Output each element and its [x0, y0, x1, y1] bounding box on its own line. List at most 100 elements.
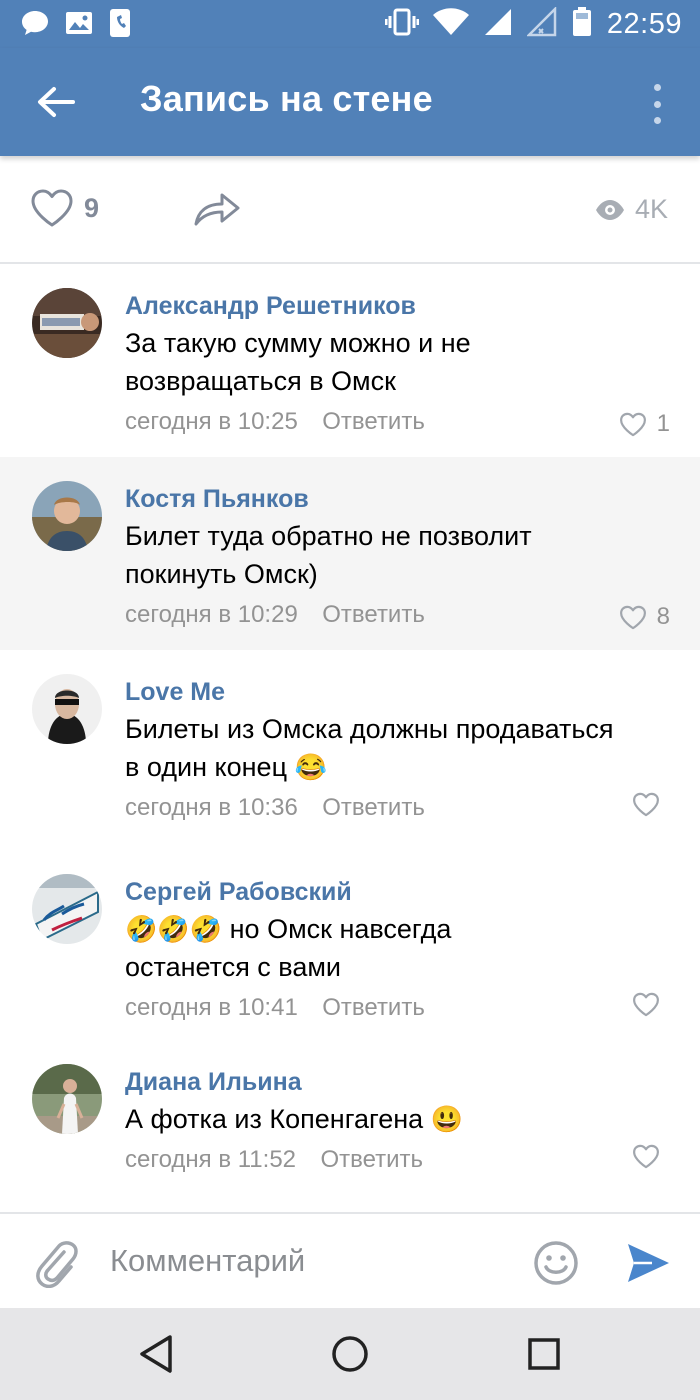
comment-like-button[interactable]	[632, 792, 670, 817]
comment-like-button[interactable]	[632, 992, 670, 1017]
avatar[interactable]	[32, 874, 102, 944]
comment-meta: сегодня в 10:29 Ответить 8	[125, 597, 670, 633]
status-bar-system: 22:59	[384, 5, 682, 43]
heart-icon	[633, 792, 659, 817]
nav-back-button[interactable]	[134, 1332, 178, 1376]
comment-meta: сегодня в 10:25 Ответить 1	[125, 404, 670, 440]
circle-home-icon	[332, 1336, 368, 1372]
comment-text: За такую сумму можно и не возвращаться в…	[125, 324, 670, 400]
comment-author[interactable]: Диана Ильина	[125, 1064, 670, 1100]
comment-text: 🤣🤣🤣 но Омск навсегда останется с вами	[125, 910, 670, 986]
comments-list: Александр Решетников За такую сумму можн…	[0, 264, 700, 1210]
page-title: Запись на стене	[140, 78, 433, 119]
image-icon	[64, 9, 94, 42]
clock: 22:59	[606, 8, 682, 40]
battery-icon	[571, 6, 593, 43]
comment-author[interactable]: Александр Решетников	[125, 288, 670, 324]
nav-recents-button[interactable]	[522, 1332, 566, 1376]
wifi-icon	[432, 7, 469, 42]
comment-date: сегодня в 11:52	[125, 1146, 297, 1173]
comment-meta: сегодня в 10:41 Ответить	[125, 990, 670, 1026]
comment-text-line: А фотка из Копенгагена	[125, 1104, 424, 1134]
square-recents-icon	[528, 1338, 560, 1370]
post-like-count: 9	[84, 192, 100, 223]
reply-button[interactable]: Ответить	[322, 597, 425, 633]
comment-author[interactable]: Сергей Рабовский	[125, 874, 670, 910]
avatar[interactable]	[32, 481, 102, 551]
app-bar: Запись на стене	[0, 48, 700, 156]
more-vertical-icon-dot	[653, 84, 661, 91]
reply-button[interactable]: Ответить	[322, 404, 425, 440]
comment-input[interactable]	[110, 1236, 510, 1286]
comment-text-line: Билет туда обратно не позволит	[125, 521, 532, 551]
more-menu-button[interactable]	[642, 80, 672, 128]
comment-text-line-with-emoji: А фотка из Копенгагена 😃	[125, 1100, 670, 1138]
send-icon	[628, 1244, 669, 1282]
comment-text-line: Билеты из Омска должны продаваться	[125, 714, 614, 744]
comment-meta: сегодня в 11:52 Ответить	[125, 1142, 670, 1178]
comment-text-line: в один конец	[125, 752, 288, 782]
comment-text: А фотка из Копенгагена 😃	[125, 1100, 670, 1138]
avatar[interactable]	[32, 1064, 102, 1134]
emoji-button[interactable]	[533, 1240, 579, 1286]
vibrate-icon	[384, 7, 420, 42]
chat-bubble-icon	[20, 9, 50, 42]
comment-like-button[interactable]: 1	[619, 406, 670, 442]
comment-item: Love Me Билеты из Омска должны продавать…	[0, 650, 700, 850]
more-vertical-icon-dot	[653, 100, 661, 108]
nav-home-button[interactable]	[328, 1332, 372, 1376]
system-nav-bar	[0, 1308, 700, 1400]
comment-item: Диана Ильина А фотка из Копенгагена 😃 се…	[0, 1050, 700, 1210]
comment-item: Костя Пьянков Билет туда обратно не позв…	[0, 457, 700, 650]
attach-button[interactable]	[34, 1238, 78, 1289]
send-button[interactable]	[625, 1240, 671, 1286]
comment-like-count: 1	[656, 410, 670, 437]
comment-text-line: покинуть Омск)	[125, 559, 318, 589]
comment-text-line-with-emoji: 🤣🤣🤣 но Омск навсегда	[125, 910, 670, 948]
avatar[interactable]	[32, 288, 102, 358]
eye-icon	[595, 199, 624, 220]
comment-text-line: но Омск навсегда	[229, 914, 452, 944]
signal-icon	[483, 7, 513, 42]
share-arrow-icon	[194, 193, 240, 226]
comment-text: Билеты из Омска должны продаваться в оди…	[125, 710, 670, 786]
signal-empty-icon	[525, 5, 557, 42]
comment-text-line: За такую сумму можно и не	[125, 328, 471, 358]
reply-button[interactable]: Ответить	[322, 790, 425, 826]
post-like-button[interactable]: 9	[30, 188, 99, 228]
back-button[interactable]	[26, 74, 86, 130]
phone-notification-icon	[108, 8, 132, 43]
comment-date: сегодня в 10:36	[125, 794, 298, 821]
more-vertical-icon-dot	[653, 117, 661, 124]
comment-like-button[interactable]: 8	[619, 599, 670, 635]
comment-like-count: 8	[656, 603, 670, 630]
post-share-button[interactable]	[192, 188, 242, 233]
comment-text-line: возвращаться в Омск	[125, 366, 396, 396]
post-views: 4K	[595, 194, 668, 225]
comment-date: сегодня в 10:29	[125, 601, 298, 628]
comment-text-line-with-emoji: в один конец 😂	[125, 748, 670, 786]
arrow-left-icon	[38, 87, 75, 117]
paperclip-icon	[36, 1241, 78, 1289]
heart-icon	[619, 605, 646, 629]
heart-icon	[619, 412, 646, 436]
comment-like-button[interactable]	[632, 1144, 670, 1169]
heart-icon	[633, 1144, 659, 1169]
comment-date: сегодня в 10:41	[125, 994, 298, 1021]
comment-composer	[0, 1212, 700, 1308]
reply-button[interactable]: Ответить	[322, 990, 425, 1026]
comment-author[interactable]: Костя Пьянков	[125, 481, 670, 517]
status-bar: 22:59	[0, 0, 700, 48]
heart-icon	[31, 189, 73, 227]
triangle-back-icon	[140, 1335, 172, 1373]
avatar[interactable]	[32, 674, 102, 744]
heart-icon	[633, 992, 659, 1017]
comment-author[interactable]: Love Me	[125, 674, 670, 710]
smiley-icon	[534, 1241, 578, 1285]
comment-meta: сегодня в 10:36 Ответить	[125, 790, 670, 826]
grinning-emoji: 😃	[430, 1104, 464, 1134]
rofl-emoji: 🤣🤣🤣	[125, 914, 223, 944]
comment-date: сегодня в 10:25	[125, 408, 298, 435]
reply-button[interactable]: Ответить	[320, 1142, 423, 1178]
screen: 22:59 Запись на стене 9 4K Александр Реш…	[0, 0, 700, 1400]
